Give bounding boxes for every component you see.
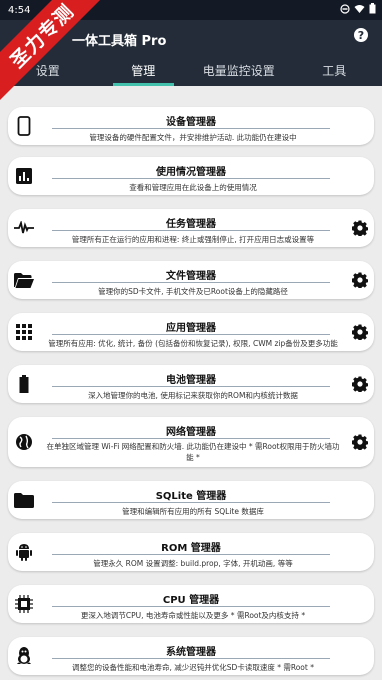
card-desc: 管理永久 ROM 设置调整: build.prop, 字体, 开机动画, 等等 xyxy=(93,559,293,568)
phone-icon xyxy=(12,114,36,138)
gear-icon[interactable] xyxy=(352,434,368,450)
card-title: 系统管理器 xyxy=(166,647,216,658)
app-title: 一体工具箱 Pro xyxy=(72,34,167,49)
card-title: 使用情况管理器 xyxy=(156,167,226,178)
card-divider xyxy=(52,128,330,129)
folder-icon xyxy=(12,488,36,512)
card-title: ROM 管理器 xyxy=(161,543,221,554)
folder-open-icon xyxy=(12,268,36,292)
card-device-manager[interactable]: 设备管理器 管理设备的硬件配置文件，并安排维护活动. 此功能仍在建设中 xyxy=(8,107,374,145)
tab-bar: 设置 管理 电量监控设置 工具 xyxy=(0,60,382,86)
card-usage-manager[interactable]: 使用情况管理器 查看和管理应用在此设备上的使用情况 xyxy=(8,157,374,195)
tab-battery-monitor-settings[interactable]: 电量监控设置 xyxy=(191,60,287,86)
card-desc: 调整您的设备性能和电池寿命, 减少迟钝并优化SD卡读取速度 * 需Root * xyxy=(72,663,314,672)
tab-tools[interactable]: 工具 xyxy=(287,60,382,86)
card-desc: 管理所有正在运行的应用和进程: 终止或强制停止, 打开应用日志或设置等 xyxy=(71,235,315,244)
wifi-icon xyxy=(354,4,365,13)
card-desc: 管理所有应用: 优化, 统计, 备份 (包括备份和恢复记录), 权限, CWM … xyxy=(48,339,338,348)
card-title: SQLite 管理器 xyxy=(155,491,227,502)
globe-icon xyxy=(12,430,36,454)
card-title: 任务管理器 xyxy=(166,219,216,230)
pulse-icon xyxy=(12,216,36,240)
gear-icon[interactable] xyxy=(352,272,368,288)
card-title: 设备管理器 xyxy=(166,117,216,128)
card-desc: 管理和编辑所有应用的所有 SQLite 数据库 xyxy=(122,507,264,516)
bar-chart-icon xyxy=(12,164,36,188)
card-desc: 在单独区域管理 Wi-Fi 网络配置和防火墙. 此功能仍在建设中 * 需Root… xyxy=(46,442,340,462)
card-app-manager[interactable]: 应用管理器 管理所有应用: 优化, 统计, 备份 (包括备份和恢复记录), 权限… xyxy=(8,313,374,351)
card-network-manager[interactable]: 网络管理器 在单独区域管理 Wi-Fi 网络配置和防火墙. 此功能仍在建设中 *… xyxy=(8,417,374,467)
card-rom-manager[interactable]: ROM 管理器 管理永久 ROM 设置调整: build.prop, 字体, 开… xyxy=(8,533,374,571)
card-task-manager[interactable]: 任务管理器 管理所有正在运行的应用和进程: 终止或强制停止, 打开应用日志或设置… xyxy=(8,209,374,247)
status-time: 4:54 xyxy=(8,4,31,16)
card-title: 网络管理器 xyxy=(166,427,216,438)
card-divider xyxy=(52,178,330,179)
card-title: 应用管理器 xyxy=(166,323,216,334)
gear-icon[interactable] xyxy=(352,324,368,340)
card-divider xyxy=(52,282,330,283)
card-title: 电池管理器 xyxy=(166,375,216,386)
card-divider xyxy=(52,554,330,555)
card-desc: 管理设备的硬件配置文件，并安排维护活动. 此功能仍在建设中 xyxy=(89,133,297,142)
card-file-manager[interactable]: 文件管理器 管理你的SD卡文件, 手机文件及已Root设备上的隐藏路径 xyxy=(8,261,374,299)
card-divider xyxy=(52,386,330,387)
card-divider xyxy=(52,230,330,231)
card-cpu-manager[interactable]: CPU 管理器 更深入地调节CPU, 电池寿命或性能以及更多 * 需Root及内… xyxy=(8,585,374,623)
android-icon xyxy=(12,540,36,564)
linux-icon xyxy=(12,644,36,668)
card-system-manager[interactable]: 系统管理器 调整您的设备性能和电池寿命, 减少迟钝并优化SD卡读取速度 * 需R… xyxy=(8,637,374,675)
battery-status-icon xyxy=(369,3,376,14)
card-divider xyxy=(52,502,330,503)
card-battery-manager[interactable]: 电池管理器 深入地管理你的电池, 使用标记来获取你的ROM和内核统计数据 xyxy=(8,365,374,403)
battery-icon xyxy=(12,372,36,396)
card-title: 文件管理器 xyxy=(166,271,216,282)
card-divider xyxy=(52,658,330,659)
card-divider xyxy=(52,438,330,439)
card-desc: 管理你的SD卡文件, 手机文件及已Root设备上的隐藏路径 xyxy=(98,287,288,296)
card-desc: 查看和管理应用在此设备上的使用情况 xyxy=(129,183,257,192)
gear-icon[interactable] xyxy=(352,220,368,236)
card-title: CPU 管理器 xyxy=(162,595,220,606)
tab-manage[interactable]: 管理 xyxy=(96,60,192,86)
card-divider xyxy=(52,334,330,335)
card-sqlite-manager[interactable]: SQLite 管理器 管理和编辑所有应用的所有 SQLite 数据库 xyxy=(8,481,374,519)
card-divider xyxy=(52,606,330,607)
grid-icon xyxy=(12,320,36,344)
card-desc: 深入地管理你的电池, 使用标记来获取你的ROM和内核统计数据 xyxy=(88,391,298,400)
help-icon[interactable]: ? xyxy=(354,28,368,42)
dnd-icon xyxy=(340,3,350,14)
card-desc: 更深入地调节CPU, 电池寿命或性能以及更多 * 需Root及内核支持 * xyxy=(80,611,306,620)
cpu-icon xyxy=(12,592,36,616)
gear-icon[interactable] xyxy=(352,376,368,392)
